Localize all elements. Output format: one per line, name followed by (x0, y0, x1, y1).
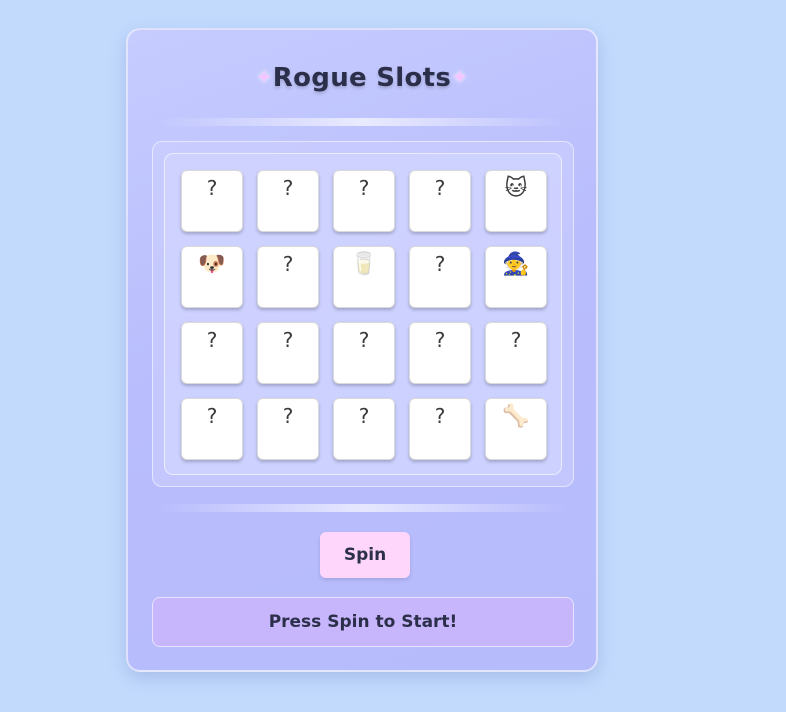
slot-cell-hidden[interactable]: ? (257, 398, 319, 460)
question-mark: ? (434, 252, 446, 276)
slot-cell-hidden[interactable]: ? (257, 322, 319, 384)
dog-icon: 🐶 (198, 252, 226, 277)
slot-board: ???? 🐱 🐶? 🥛? 🧙????????? 🦴 (164, 153, 562, 475)
question-mark: ? (206, 404, 218, 428)
slot-cell-bone[interactable]: 🦴 (485, 398, 547, 460)
bone-icon: 🦴 (502, 404, 530, 429)
top-divider (158, 118, 568, 126)
question-mark: ? (434, 328, 446, 352)
slot-cell-hidden[interactable]: ? (257, 170, 319, 232)
slot-cell-hidden[interactable]: ? (409, 170, 471, 232)
slot-cell-hidden[interactable]: ? (333, 398, 395, 460)
cat-icon: 🐱 (504, 176, 528, 201)
slot-cell-wizard[interactable]: 🧙 (485, 246, 547, 308)
slot-cell-hidden[interactable]: ? (409, 246, 471, 308)
question-mark: ? (206, 328, 218, 352)
sparkle-right-icon: ✦ (451, 65, 469, 89)
question-mark: ? (358, 176, 370, 200)
game-title: Rogue Slots (272, 63, 452, 93)
slot-cell-hidden[interactable]: ? (181, 322, 243, 384)
question-mark: ? (206, 176, 218, 200)
question-mark: ? (282, 252, 294, 276)
sparkle-left-icon: ✦ (255, 65, 273, 89)
slot-cell-hidden[interactable]: ? (181, 170, 243, 232)
slot-cell-milk[interactable]: 🥛 (333, 246, 395, 308)
wizard-icon: 🧙 (502, 252, 530, 277)
question-mark: ? (358, 404, 370, 428)
question-mark: ? (358, 328, 370, 352)
slot-cell-hidden[interactable]: ? (485, 322, 547, 384)
question-mark: ? (282, 404, 294, 428)
slot-board-frame: ???? 🐱 🐶? 🥛? 🧙????????? 🦴 (152, 141, 574, 487)
slot-cell-hidden[interactable]: ? (409, 398, 471, 460)
milk-icon: 🥛 (350, 252, 378, 277)
slot-cell-hidden[interactable]: ? (257, 246, 319, 308)
slot-cell-hidden[interactable]: ? (333, 170, 395, 232)
slot-cell-hidden[interactable]: ? (333, 322, 395, 384)
game-title-bar: ✦Rogue Slots✦ (128, 60, 596, 94)
slot-grid: ???? 🐱 🐶? 🥛? 🧙????????? 🦴 (181, 170, 547, 460)
game-panel: ✦Rogue Slots✦ ???? 🐱 🐶? 🥛? 🧙????????? 🦴 Spin … (126, 28, 598, 672)
slot-cell-cat[interactable]: 🐱 (485, 170, 547, 232)
spin-button[interactable]: Spin (320, 532, 410, 578)
question-mark: ? (434, 176, 446, 200)
bottom-divider (158, 504, 568, 512)
question-mark: ? (434, 404, 446, 428)
slot-cell-dog[interactable]: 🐶 (181, 246, 243, 308)
status-message: Press Spin to Start! (152, 597, 574, 647)
question-mark: ? (282, 328, 294, 352)
slot-cell-hidden[interactable]: ? (181, 398, 243, 460)
slot-cell-hidden[interactable]: ? (409, 322, 471, 384)
question-mark: ? (282, 176, 294, 200)
question-mark: ? (510, 328, 522, 352)
